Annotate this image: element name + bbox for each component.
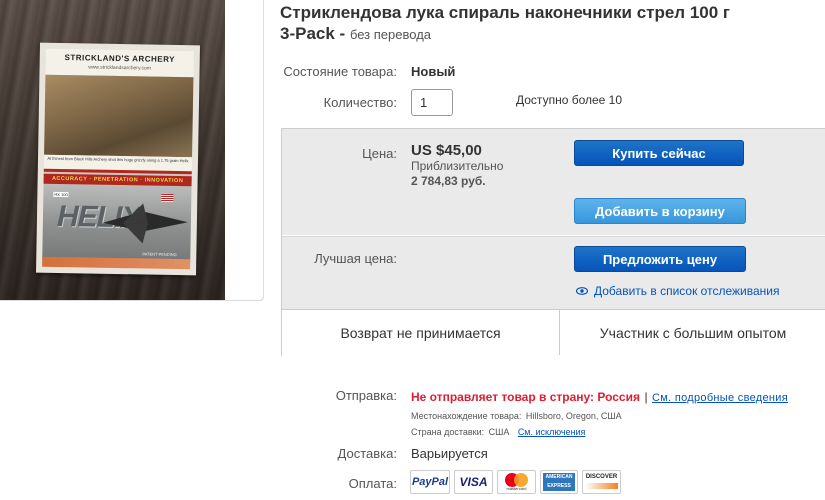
price-label: Цена:: [362, 146, 397, 161]
delivery-label: Доставка:: [337, 446, 397, 461]
shipping-label: Отправка:: [335, 388, 397, 403]
package-bear-photo: [44, 74, 194, 158]
quantity-available: Доступно более 10: [516, 93, 623, 107]
price-approx-value: 2 784,83 руб.: [411, 174, 486, 188]
quantity-input[interactable]: [411, 89, 453, 116]
quantity-label: Количество:: [323, 95, 397, 110]
ships-to-value: США: [488, 427, 510, 437]
paypal-logo: PayPal: [410, 470, 450, 494]
condition-value: Новый: [411, 64, 456, 79]
returns-policy: Возврат не принимается: [340, 325, 501, 341]
product-photo[interactable]: STRICKLAND'S ARCHERY www.stricklandsarch…: [0, 0, 264, 301]
visa-logo: VISA: [454, 470, 493, 494]
eye-icon[interactable]: [576, 287, 588, 295]
mastercard-logo: mastercard: [497, 470, 536, 494]
package-tag: HX 100: [53, 191, 69, 198]
amex-logo: AMERICAN EXPRESS: [540, 470, 578, 494]
payment-label: Оплата:: [348, 476, 397, 491]
listing-title: Стриклендова лука спираль наконечники ст…: [280, 3, 731, 43]
price-value: US $45,00: [411, 142, 482, 159]
discover-logo: DISCOVER: [582, 470, 621, 494]
shipping-warning: Не отправляет товар в страну: Россия: [411, 390, 640, 404]
product-package-image: STRICKLAND'S ARCHERY www.stricklandsarch…: [36, 42, 200, 276]
package-patent: PATENT PENDING: [142, 251, 177, 258]
shipping-details-link[interactable]: См. подробные сведения: [652, 392, 788, 404]
add-to-cart-button[interactable]: Добавить в корзину: [574, 198, 746, 224]
package-brand: STRICKLAND'S ARCHERY: [64, 53, 176, 64]
buy-now-button[interactable]: Купить сейчас: [574, 140, 744, 166]
add-to-watchlist-link[interactable]: Добавить в список отслеживания: [594, 284, 779, 298]
item-location-label: Местонахождение товара:: [411, 411, 522, 421]
package-broadhead-card: ACCURACY · PENETRATION · INNOVATION HELI…: [42, 168, 192, 263]
condition-label: Состояние товара:: [283, 64, 397, 79]
make-offer-button[interactable]: Предложить цену: [574, 246, 746, 272]
flag-icon: [161, 193, 174, 202]
seller-experience: Участник с большим опытом: [599, 325, 787, 341]
item-location-value: Hillsboro, Oregon, США: [525, 411, 622, 421]
price-approx-label: Приблизительно: [411, 159, 504, 173]
broadhead-icon: [102, 203, 188, 244]
delivery-value: Варьируется: [411, 446, 488, 461]
shipping-row: Не отправляет товар в страну: Россия | С…: [411, 390, 788, 404]
best-offer-label: Лучшая цена:: [314, 251, 397, 266]
ships-to-label: Страна доставки:: [411, 427, 485, 437]
package-url: www.stricklandsarchery.com: [88, 64, 151, 72]
exclusions-link[interactable]: См. исключения: [518, 427, 586, 437]
title-translation-note: без перевода: [349, 27, 432, 42]
package-band: ACCURACY · PENETRATION · INNOVATION: [43, 173, 192, 187]
